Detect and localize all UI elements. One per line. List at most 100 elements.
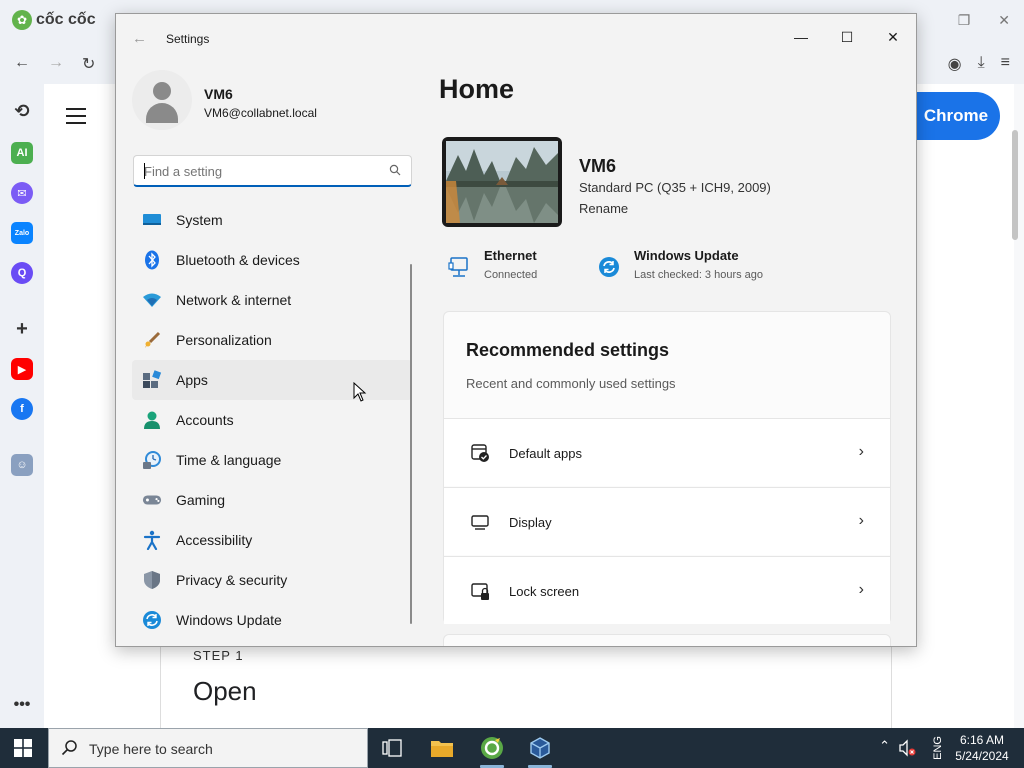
update-subtitle: Last checked: 3 hours ago (634, 269, 764, 281)
shield-icon (142, 570, 162, 590)
back-button[interactable]: ← (14, 54, 30, 74)
windows-update-status[interactable]: Windows Update Last checked: 3 hours ago (598, 248, 798, 288)
menu-icon[interactable]: ≡ (1001, 54, 1010, 74)
virtualbox-icon[interactable] (526, 734, 554, 762)
nav-item-network[interactable]: Network & internet (132, 280, 412, 320)
recommended-settings-card: Recommended settings Recent and commonly… (443, 311, 891, 624)
youtube-icon[interactable]: ▶ (11, 358, 33, 380)
nav-label: Gaming (176, 492, 226, 508)
taskbar-search[interactable]: Type here to search (48, 728, 368, 768)
clock[interactable]: 6:16 AM 5/24/2024 (952, 732, 1012, 764)
ethernet-icon (448, 257, 468, 277)
user-profile[interactable]: VM6 VM6@collabnet.local (132, 70, 402, 134)
back-arrow-icon[interactable]: ← (132, 30, 147, 47)
rec-item-label: Lock screen (509, 584, 580, 599)
clock-time: 6:16 AM (959, 733, 1005, 747)
clock-date: 5/24/2024 (955, 749, 1009, 763)
browser-sidebar: ⟲ AI ✉ Zalo Q + ▶ f ☺ ••• (0, 84, 44, 728)
apps-icon (142, 370, 162, 390)
bluetooth-icon (142, 250, 162, 270)
ethernet-subtitle: Connected (484, 269, 538, 281)
browser-close-button[interactable]: ✕ (998, 12, 1010, 29)
nav-item-apps[interactable]: Apps (132, 360, 412, 400)
nav-item-time-language[interactable]: Time & language (132, 440, 412, 480)
messenger-icon[interactable]: ✉ (11, 182, 33, 204)
chevron-right-icon: › (858, 581, 864, 598)
nav-scrollbar[interactable] (410, 264, 412, 624)
step-title: Open (193, 676, 257, 706)
rec-item-lock-screen[interactable]: Lock screen › (444, 556, 890, 624)
game-app-icon[interactable]: ☺ (11, 454, 33, 476)
coccoc-leaf-icon: ✿ (12, 10, 32, 30)
minimize-button[interactable]: — (788, 24, 814, 50)
accessibility-icon (142, 530, 162, 550)
browser-restore-button[interactable]: ❐ (958, 12, 971, 29)
zalo-icon[interactable]: Zalo (11, 222, 33, 244)
input-language[interactable]: ENG (932, 736, 944, 760)
rename-link[interactable]: Rename (579, 201, 628, 216)
history-icon[interactable]: ⟲ (11, 100, 33, 122)
settings-titlebar: ← Settings — ☐ ✕ (116, 14, 916, 62)
update-title: Windows Update (634, 248, 739, 263)
chrome-button[interactable]: Chrome (912, 92, 1000, 140)
rec-item-label: Default apps (509, 446, 582, 461)
search-icon (61, 740, 77, 756)
nav-item-personalization[interactable]: Personalization (132, 320, 412, 360)
nav-item-windows-update[interactable]: Windows Update (132, 600, 412, 640)
reload-button[interactable]: ↻ (82, 54, 95, 74)
ai-icon[interactable]: AI (11, 142, 33, 164)
settings-nav: System Bluetooth & devices Network & int… (132, 200, 412, 640)
profile-name: VM6 (204, 86, 233, 102)
update-icon (599, 257, 619, 277)
system-tray: ⌃ ENG 6:16 AM 5/24/2024 (864, 728, 1024, 768)
settings-window: ← Settings — ☐ ✕ VM6 VM6@collabnet.local… (115, 13, 917, 647)
taskbar: Type here to search ⌃ ENG 6:16 AM 5/24/2… (0, 728, 1024, 768)
nav-item-system[interactable]: System (132, 200, 412, 240)
nav-label: Accessibility (176, 532, 253, 548)
browser-scrollbar[interactable] (1012, 130, 1018, 240)
page-menu-icon[interactable] (66, 108, 86, 129)
nav-item-accessibility[interactable]: Accessibility (132, 520, 412, 560)
ethernet-status[interactable]: Ethernet Connected (448, 248, 588, 288)
avatar (132, 70, 192, 130)
volume-muted-icon[interactable] (898, 739, 916, 757)
profile-icon[interactable]: ◉ (948, 54, 962, 74)
time-language-icon (142, 450, 162, 470)
close-button[interactable]: ✕ (880, 24, 906, 50)
wifi-icon (142, 290, 162, 310)
nav-item-privacy[interactable]: Privacy & security (132, 560, 412, 600)
maximize-button[interactable]: ☐ (834, 24, 860, 50)
nav-label: System (176, 212, 223, 228)
rec-item-default-apps[interactable]: Default apps › (444, 418, 890, 486)
search-box[interactable] (133, 155, 412, 187)
nav-label: Apps (176, 372, 208, 388)
ethernet-title: Ethernet (484, 248, 537, 263)
nav-label: Privacy & security (176, 572, 288, 588)
more-icon[interactable]: ••• (11, 694, 33, 716)
coccoc-logo: ✿ cốc cốc (12, 10, 96, 30)
search-input[interactable] (144, 162, 374, 180)
nav-label: Personalization (176, 332, 272, 348)
download-icon[interactable]: ⤓ (978, 54, 985, 74)
add-icon[interactable]: + (11, 318, 33, 340)
show-hidden-icons-chevron-icon[interactable]: ⌃ (879, 738, 890, 754)
nav-item-bluetooth[interactable]: Bluetooth & devices (132, 240, 412, 280)
q-app-icon[interactable]: Q (11, 262, 33, 284)
windows-start-icon[interactable] (14, 739, 32, 757)
mouse-cursor-icon (353, 382, 367, 402)
forward-button[interactable]: → (48, 54, 64, 74)
facebook-icon[interactable]: f (11, 398, 33, 420)
file-explorer-icon[interactable] (428, 734, 456, 762)
nav-label: Bluetooth & devices (176, 252, 300, 268)
rec-item-label: Display (509, 515, 552, 530)
page-title: Home (439, 74, 515, 104)
coccoc-taskbar-icon[interactable] (478, 734, 506, 762)
display-icon (471, 515, 489, 530)
nav-item-gaming[interactable]: Gaming (132, 480, 412, 520)
nav-item-accounts[interactable]: Accounts (132, 400, 412, 440)
default-apps-icon (471, 444, 489, 462)
rec-item-display[interactable]: Display › (444, 487, 890, 555)
next-card-partial (443, 634, 891, 646)
task-view-icon[interactable] (378, 734, 406, 762)
taskbar-search-text: Type here to search (89, 741, 213, 757)
